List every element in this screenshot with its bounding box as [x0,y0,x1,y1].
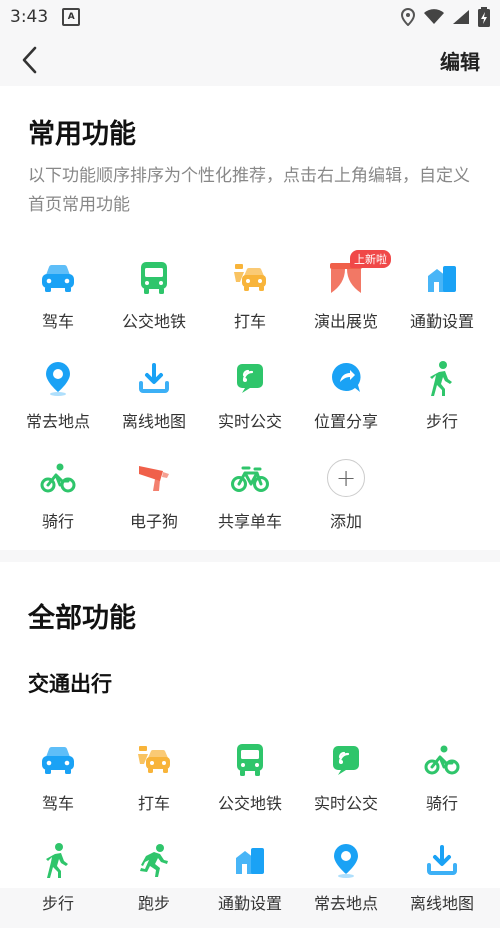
cycling-icon [38,458,78,498]
transport-function-item-label: 通勤设置 [217,894,282,913]
common-function-item[interactable]: 打车 [202,246,298,346]
transport-function-item[interactable]: 步行 [10,828,106,928]
transport-function-item-label: 公交地铁 [217,794,282,813]
common-function-item-label: 打车 [233,312,266,331]
common-function-item[interactable]: 常去地点 [10,346,106,446]
walking-icon [422,358,462,398]
location-status-icon [400,8,416,26]
transport-function-item-label: 离线地图 [409,894,474,913]
car-icon [38,740,78,780]
common-function-item[interactable]: 共享单车 [202,446,298,546]
common-function-item[interactable]: 驾车 [10,246,106,346]
transport-function-item-label: 常去地点 [313,894,378,913]
car-icon [38,258,78,298]
walking-icon [38,840,78,880]
top-bar: 编辑 [0,34,500,86]
transport-function-item[interactable]: 跑步 [106,828,202,928]
realtime-bus-icon [230,358,270,398]
wifi-icon [424,9,444,24]
commute-buildings-icon [230,840,270,880]
plus-icon: + [326,458,366,498]
common-function-item-label: 骑行 [41,512,74,531]
notification-icon: A [62,8,81,26]
transport-function-item[interactable]: 实时公交 [298,728,394,828]
transport-function-item[interactable]: 常去地点 [298,828,394,928]
transport-function-item-label: 骑行 [425,794,458,813]
new-badge: 上新啦 [350,250,391,268]
transport-function-item[interactable]: 骑行 [394,728,490,828]
transport-function-item[interactable]: 公交地铁 [202,728,298,828]
battery-icon [478,7,490,27]
transport-function-item[interactable]: 通勤设置 [202,828,298,928]
location-pin-icon [38,358,78,398]
realtime-bus-icon [326,740,366,780]
transport-function-item-label: 打车 [137,794,170,813]
common-function-item[interactable]: 步行 [394,346,490,446]
bus-icon [134,258,174,298]
transport-function-row: 步行 跑步 通勤设置 常去地点 离线地图 [10,828,490,928]
common-function-row: 驾车 公交地铁 打车 上新啦 演出展览 通勤设置 [10,246,490,346]
common-function-item[interactable]: 通勤设置 [394,246,490,346]
transport-function-item-label: 跑步 [137,894,170,913]
common-function-row: 常去地点 离线地图 实时公交 位置分享 步行 [10,346,490,446]
transport-function-item[interactable]: 驾车 [10,728,106,828]
common-function-item[interactable]: 电子狗 [106,446,202,546]
common-function-item-label: 位置分享 [313,412,378,431]
common-functions-card: 常用功能 以下功能顺序排序为个性化推荐，点击右上角编辑，自定义首页常用功能 驾车… [0,86,500,550]
common-function-item-label: 添加 [329,512,362,531]
cycling-icon [422,740,462,780]
common-function-item-label: 演出展览 [313,312,378,331]
transport-function-item-label: 步行 [41,894,74,913]
common-function-item-label: 实时公交 [217,412,282,431]
common-function-item[interactable]: + 添加 [298,446,394,546]
transport-function-item-label: 驾车 [41,794,74,813]
edit-button[interactable]: 编辑 [440,46,480,75]
transport-function-item[interactable]: 离线地图 [394,828,490,928]
download-icon [422,840,462,880]
common-function-item-label: 常去地点 [25,412,90,431]
common-function-item[interactable]: 离线地图 [106,346,202,446]
common-function-item[interactable]: 上新啦演出展览 [298,246,394,346]
chevron-left-icon [22,46,37,74]
common-functions-title: 常用功能 [28,119,136,150]
common-function-row: 骑行 电子狗 共享单车 + 添加 [10,446,490,546]
common-function-item[interactable]: 位置分享 [298,346,394,446]
common-function-item-label: 通勤设置 [409,312,474,331]
taxi-icon [230,258,270,298]
common-function-item-label: 离线地图 [121,412,186,431]
all-functions-card: 全部功能 交通出行 驾车 打车 公交地铁 实时公交 骑行步行 跑步 通勤设置 常去地点 离线地图 [0,562,500,913]
common-function-item-label: 步行 [425,412,458,431]
transport-function-item[interactable]: 打车 [106,728,202,828]
common-function-item-label: 驾车 [41,312,74,331]
running-icon [134,840,174,880]
common-function-item[interactable]: 公交地铁 [106,246,202,346]
speed-camera-icon [134,458,174,498]
status-time: 3:43 [10,7,49,27]
transport-section-title: 交通出行 [28,672,112,696]
bus-icon [230,740,270,780]
common-function-item-label: 共享单车 [217,512,282,531]
common-function-item[interactable]: 骑行 [10,446,106,546]
transport-function-row: 驾车 打车 公交地铁 实时公交 骑行 [10,728,490,828]
transport-function-item-label: 实时公交 [313,794,378,813]
share-location-icon [326,358,366,398]
taxi-icon [134,740,174,780]
common-functions-description: 以下功能顺序排序为个性化推荐，点击右上角编辑，自定义首页常用功能 [28,166,470,215]
download-icon [134,358,174,398]
back-button[interactable] [20,40,48,80]
bike-icon [230,458,270,498]
common-functions-grid: 驾车 公交地铁 打车 上新啦 演出展览 通勤设置 常去地点 离线地图 实时公交 位置分享 步行 骑行电… [10,246,490,546]
commute-buildings-icon [422,258,462,298]
signal-icon [453,10,469,24]
location-pin-icon [326,840,366,880]
common-function-item-label: 公交地铁 [121,312,186,331]
transport-functions-grid: 驾车 打车 公交地铁 实时公交 骑行步行 跑步 通勤设置 常去地点 离线地图 [10,728,490,928]
common-function-item[interactable]: 实时公交 [202,346,298,446]
all-functions-title: 全部功能 [28,603,136,634]
common-function-item-label: 电子狗 [129,512,178,531]
status-bar: 3:43 A [0,0,500,34]
